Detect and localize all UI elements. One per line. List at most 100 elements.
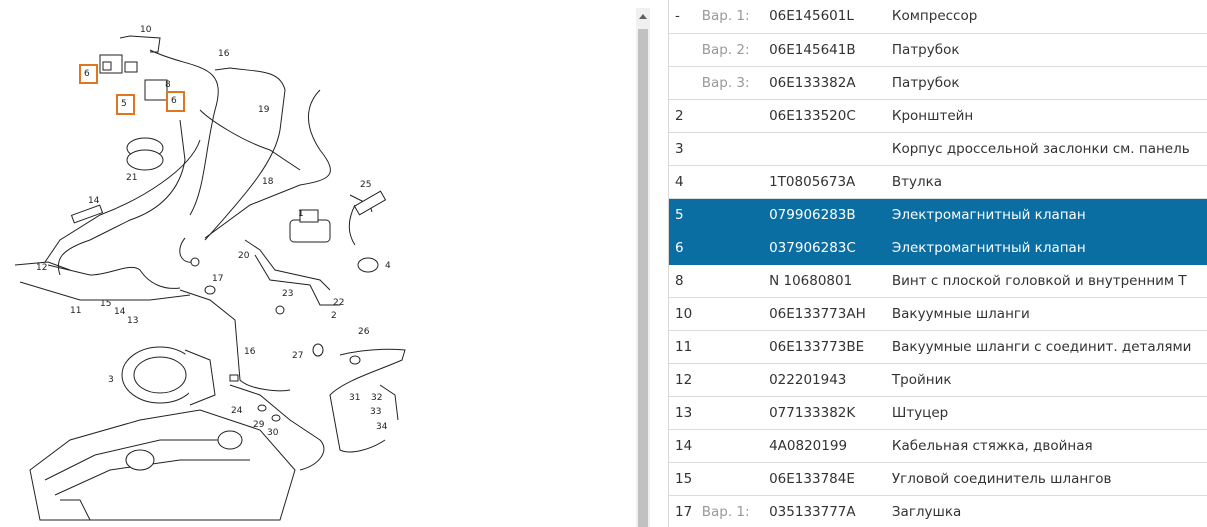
table-row[interactable]: 5 079906283B Электромагнитный клапан	[669, 198, 1207, 232]
callout-5[interactable]: 5	[121, 99, 127, 109]
position-cell: 8	[669, 264, 702, 298]
table-row[interactable]: - Вар. 1: 06E145601L Компрессор	[669, 0, 1207, 34]
part-number-cell	[769, 132, 892, 166]
callout-14-bottom[interactable]: 14	[114, 307, 126, 317]
table-row[interactable]: 12 022201943 Тройник	[669, 363, 1207, 397]
part-number-cell: 079906283B	[769, 198, 892, 232]
callout-17[interactable]: 17	[212, 274, 223, 284]
part-name-cell: Патрубок	[891, 66, 1207, 100]
callout-13[interactable]: 13	[127, 316, 138, 326]
variant-cell	[701, 462, 770, 496]
diagram-scrollbar[interactable]	[636, 8, 650, 527]
table-row[interactable]: 14 4A0820199 Кабельная стяжка, двойная	[669, 429, 1207, 463]
position-cell: 10	[669, 297, 702, 331]
callout-6-right[interactable]: 6	[171, 96, 177, 106]
exploded-parts-diagram[interactable]: 10 16 8 19 21 18 25 14 1 20 4 12 17 23 2…	[0, 8, 636, 527]
callout-10[interactable]: 10	[140, 25, 152, 35]
part-name-cell: Штуцер	[891, 396, 1207, 430]
callout-1[interactable]: 1	[298, 209, 304, 219]
position-cell: 6	[669, 231, 702, 265]
variant-cell: Вар. 1:	[701, 0, 770, 34]
part-name-cell: Вакуумные шланги с соединит. деталями	[891, 330, 1207, 364]
table-row[interactable]: 10 06E133773AH Вакуумные шланги	[669, 297, 1207, 331]
callout-14-top[interactable]: 14	[88, 196, 100, 206]
panel-gap	[650, 0, 668, 527]
position-cell: 11	[669, 330, 702, 364]
callout-27[interactable]: 27	[292, 351, 303, 361]
variant-cell: Вар. 2:	[701, 33, 770, 67]
callout-32[interactable]: 32	[371, 393, 382, 403]
part-number-cell: 1T0805673A	[769, 165, 892, 199]
table-row[interactable]: 15 06E133784E Угловой соединитель шлангов	[669, 462, 1207, 496]
scroll-thumb[interactable]	[638, 29, 648, 527]
part-number-cell: 037906283C	[769, 231, 892, 265]
position-cell	[669, 66, 702, 100]
callout-20[interactable]: 20	[238, 251, 250, 261]
table-row[interactable]: 17 Вар. 1: 035133777A Заглушка	[669, 495, 1207, 527]
callout-8[interactable]: 8	[165, 80, 171, 90]
part-name-cell: Электромагнитный клапан	[891, 198, 1207, 232]
table-row[interactable]: 2 06E133520C Кронштейн	[669, 99, 1207, 133]
callout-33[interactable]: 33	[370, 407, 381, 417]
callout-34[interactable]: 34	[376, 422, 388, 432]
variant-cell	[701, 99, 770, 133]
part-name-cell: Электромагнитный клапан	[891, 231, 1207, 265]
callout-11[interactable]: 11	[70, 306, 81, 316]
table-row[interactable]: 13 077133382K Штуцер	[669, 396, 1207, 430]
callout-29[interactable]: 29	[253, 420, 265, 430]
callout-22[interactable]: 22	[333, 298, 344, 308]
callout-16[interactable]: 16	[244, 347, 256, 357]
part-name-cell: Компрессор	[891, 0, 1207, 34]
callout-18[interactable]: 18	[262, 177, 274, 187]
variant-cell	[701, 330, 770, 364]
callout-23[interactable]: 23	[282, 289, 293, 299]
position-cell: 14	[669, 429, 702, 463]
variant-cell: Вар. 1:	[701, 495, 770, 527]
variant-cell	[701, 165, 770, 199]
part-number-cell: 06E145641B	[769, 33, 892, 67]
table-row[interactable]: 6 037906283C Электромагнитный клапан	[669, 231, 1207, 265]
position-cell: 3	[669, 132, 702, 166]
callout-25[interactable]: 25	[360, 180, 371, 190]
table-row[interactable]: 4 1T0805673A Втулка	[669, 165, 1207, 199]
position-cell: 15	[669, 462, 702, 496]
part-name-cell: Угловой соединитель шлангов	[891, 462, 1207, 496]
variant-cell	[701, 429, 770, 463]
variant-cell: Вар. 3:	[701, 66, 770, 100]
callout-24[interactable]: 24	[231, 406, 243, 416]
variant-cell	[701, 198, 770, 232]
part-number-cell: 077133382K	[769, 396, 892, 430]
callout-15[interactable]: 16	[218, 49, 230, 59]
part-number-cell: 06E133382A	[769, 66, 892, 100]
position-cell: 5	[669, 198, 702, 232]
callout-12[interactable]: 12	[36, 263, 47, 273]
table-row[interactable]: 8 N 10680801 Винт с плоской головкой и вну…	[669, 264, 1207, 298]
part-name-cell: Заглушка	[891, 495, 1207, 527]
part-number-cell: 06E145601L	[769, 0, 892, 34]
part-number-cell: 06E133520C	[769, 99, 892, 133]
table-row[interactable]: Вар. 2: 06E145641B Патрубок	[669, 33, 1207, 67]
part-name-cell: Втулка	[891, 165, 1207, 199]
callout-21[interactable]: 21	[126, 173, 137, 183]
table-row[interactable]: 11 06E133773BE Вакуумные шланги с соединит…	[669, 330, 1207, 364]
position-cell: 17	[669, 495, 702, 527]
callout-19[interactable]: 19	[258, 105, 270, 115]
table-row[interactable]: Вар. 3: 06E133382A Патрубок	[669, 66, 1207, 100]
parts-table: - Вар. 1: 06E145601L Компрессор Вар. 2: 06E14…	[669, 0, 1207, 527]
callout-26[interactable]: 26	[358, 327, 370, 337]
callout-15-bottom[interactable]: 15	[100, 299, 111, 309]
callout-31[interactable]: 31	[349, 393, 360, 403]
parts-list-panel: - Вар. 1: 06E145601L Компрессор Вар. 2: 06E14…	[668, 0, 1207, 527]
callout-30[interactable]: 30	[267, 428, 279, 438]
scroll-up-arrow-icon[interactable]	[636, 8, 650, 25]
variant-cell	[701, 231, 770, 265]
part-name-cell: Кронштейн	[891, 99, 1207, 133]
part-name-cell: Кабельная стяжка, двойная	[891, 429, 1207, 463]
callout-6-left[interactable]: 6	[84, 69, 90, 79]
callout-3[interactable]: 3	[108, 375, 114, 385]
callout-4[interactable]: 4	[385, 261, 391, 271]
part-number-cell: 022201943	[769, 363, 892, 397]
callout-2[interactable]: 2	[331, 311, 337, 321]
variant-cell	[701, 297, 770, 331]
table-row[interactable]: 3 Корпус дроссельной заслонки см. панель	[669, 132, 1207, 166]
